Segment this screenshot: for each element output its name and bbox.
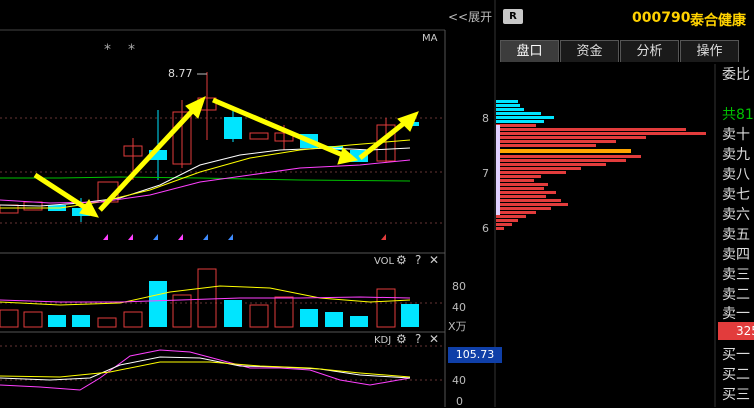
current-price: 325 xyxy=(718,322,754,340)
sell-level: 卖四 xyxy=(722,247,750,263)
price-axis-label: 6 xyxy=(482,222,489,235)
sell-level: 卖三 xyxy=(722,267,750,283)
help-icon[interactable]: ? xyxy=(415,253,421,267)
trend-arrows xyxy=(33,96,419,218)
tab-pankou[interactable]: 盘口 xyxy=(500,40,559,62)
stock-name: 泰合健康 xyxy=(690,13,746,29)
kdj-j-line xyxy=(0,349,411,391)
vol-ma-magenta xyxy=(0,296,411,303)
gear-icon[interactable]: ⚙ xyxy=(396,253,407,267)
total-levels-label: 共81档 xyxy=(722,107,754,123)
ma-label[interactable]: MA xyxy=(422,33,437,44)
ma-line-magenta xyxy=(0,159,411,204)
stock-code: 000790 xyxy=(632,10,691,26)
candle-down xyxy=(224,117,242,139)
ma-line-yellow xyxy=(0,139,411,209)
buy-level: 买一 xyxy=(722,347,750,363)
sell-level: 卖五 xyxy=(722,227,750,243)
vol-label[interactable]: VOL xyxy=(374,256,394,267)
vol-axis-label: 40 xyxy=(452,301,466,314)
ma-line-green xyxy=(0,176,411,182)
candle-up xyxy=(249,132,269,140)
candle-up xyxy=(0,204,19,214)
sell-level: 卖六 xyxy=(722,207,750,223)
close-icon[interactable]: ✕ xyxy=(429,332,439,346)
close-icon[interactable]: ✕ xyxy=(429,253,439,267)
price-axis-label: 8 xyxy=(482,112,489,125)
candlesticks xyxy=(0,72,419,222)
tab-fenxi[interactable]: 分析 xyxy=(620,40,679,62)
tab-caozuo[interactable]: 操作 xyxy=(680,40,739,62)
expand-button[interactable]: <<展开 xyxy=(448,8,492,25)
buy-level: 买二 xyxy=(722,367,750,383)
vol-unit-label: X万 xyxy=(448,320,467,333)
kdj-label[interactable]: KDJ xyxy=(374,335,391,346)
kdj-d-line xyxy=(0,361,411,378)
sell-level: 卖一 xyxy=(722,306,750,322)
star-marker: * xyxy=(128,42,135,58)
sell-level: 卖八 xyxy=(722,167,750,183)
buy-level: 买三 xyxy=(722,387,750,403)
volume-bars xyxy=(0,268,419,328)
kdj-axis-label: 0 xyxy=(456,395,463,408)
kdj-axis-label: 40 xyxy=(452,374,466,387)
r-badge: R xyxy=(503,9,523,24)
gear-icon[interactable]: ⚙ xyxy=(396,332,407,346)
price-axis-label: 7 xyxy=(482,167,489,180)
kdj-value-box: 105.73 xyxy=(448,347,502,363)
peak-price-label: 8.77 xyxy=(168,67,193,80)
sell-level: 卖九 xyxy=(722,147,750,163)
signal-markers xyxy=(103,234,386,240)
sell-level: 卖七 xyxy=(722,187,750,203)
weibi-label: 委比 xyxy=(722,67,750,83)
star-marker: * xyxy=(104,42,111,58)
depth-scroll-indicator xyxy=(496,125,500,215)
help-icon[interactable]: ? xyxy=(415,332,421,346)
sell-level: 卖十 xyxy=(722,127,750,143)
tab-zijin[interactable]: 资金 xyxy=(560,40,619,62)
vol-axis-label: 80 xyxy=(452,280,466,293)
order-depth xyxy=(496,100,706,230)
sell-level: 卖二 xyxy=(722,287,750,303)
